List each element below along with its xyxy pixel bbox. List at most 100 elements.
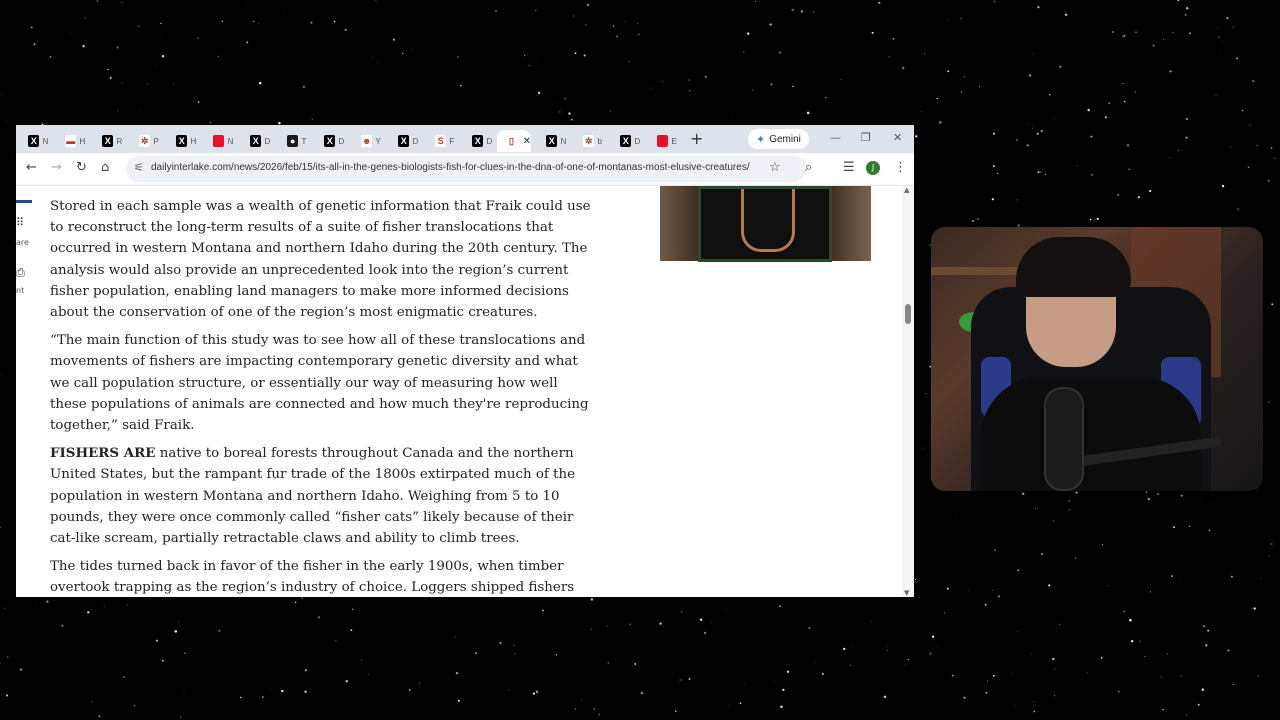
scrollbar-thumb[interactable] <box>905 304 911 324</box>
close-tab-icon[interactable]: ✕ <box>523 136 531 147</box>
browser-tab[interactable]: E <box>645 130 681 152</box>
bookmark-star-icon[interactable]: ☆ <box>769 160 781 175</box>
star <box>82 44 85 48</box>
streamer-hair <box>1016 237 1131 297</box>
gemini-button[interactable]: ✦ Gemini <box>748 129 809 149</box>
star <box>955 516 957 518</box>
star <box>1032 127 1033 129</box>
star <box>739 702 742 704</box>
star <box>843 647 846 651</box>
home-icon[interactable]: ⌂ <box>101 160 109 175</box>
star <box>1054 695 1056 697</box>
star <box>564 97 566 100</box>
star <box>1108 102 1111 105</box>
minimize-button[interactable]: — <box>830 131 841 144</box>
star <box>1145 491 1148 493</box>
browser-tab[interactable]: ▯ ✕ <box>497 130 531 152</box>
reload-icon[interactable]: ↻ <box>76 160 87 175</box>
star <box>1016 199 1018 201</box>
browser-tab[interactable]: XN <box>16 130 52 152</box>
star <box>1131 640 1134 643</box>
profile-avatar[interactable]: J <box>866 161 880 175</box>
browser-tab[interactable]: N <box>201 130 237 152</box>
star <box>1221 40 1223 41</box>
back-icon[interactable]: ← <box>26 160 37 175</box>
scroll-down-arrow-icon[interactable]: ▼ <box>904 589 909 597</box>
menu-kebab-icon[interactable]: ⋮ <box>894 160 907 175</box>
star <box>1011 673 1013 674</box>
lens-search-icon[interactable]: ⌕ <box>805 160 812 175</box>
star <box>35 604 37 606</box>
browser-tab[interactable]: XN <box>534 130 570 152</box>
star <box>14 241 15 242</box>
star <box>1268 401 1270 403</box>
tab-strip: X N ▬ H X R ✲ P X H N X D ● T X D ☻ Y X D S F X D ▯ ✕ X N ✲ b X D E + ✦ G… <box>16 125 914 153</box>
scroll-up-arrow-icon[interactable]: ▲ <box>904 186 909 194</box>
star <box>49 56 52 59</box>
browser-tab[interactable]: XD <box>460 130 496 152</box>
url-text[interactable]: dailyinterlake.com/news/2026/feb/15/its-… <box>151 162 750 173</box>
star <box>728 705 729 706</box>
star <box>1082 643 1083 645</box>
star <box>574 708 577 710</box>
star <box>278 121 281 125</box>
star <box>612 25 615 27</box>
browser-tab[interactable]: ● T <box>275 130 311 152</box>
address-bar[interactable]: ⚟ dailyinterlake.com/news/2026/feb/15/it… <box>126 156 806 182</box>
star <box>209 121 212 124</box>
print-icon[interactable]: ⎙ <box>16 266 25 280</box>
print-label-fragment[interactable]: nt <box>16 286 24 295</box>
browser-tab[interactable]: SF <box>423 130 459 152</box>
star <box>403 26 405 28</box>
forward-icon[interactable]: → <box>51 160 62 175</box>
browser-tab[interactable]: ☻ Y <box>349 130 385 152</box>
star <box>126 604 128 606</box>
page-scrollbar[interactable]: ▲ ▼ <box>902 186 914 597</box>
star <box>992 165 995 168</box>
star <box>1197 703 1200 706</box>
star <box>1048 584 1051 587</box>
share-label-fragment[interactable]: are <box>16 238 29 247</box>
star <box>743 51 745 53</box>
reading-list-icon[interactable]: ☰ <box>843 160 855 175</box>
share-icon[interactable]: ⠿ <box>16 216 24 229</box>
star <box>1251 607 1253 609</box>
star <box>662 81 663 83</box>
tab-title: D <box>412 136 419 146</box>
new-tab-button[interactable]: + <box>690 129 703 148</box>
browser-tab[interactable]: ✲ b <box>571 130 607 152</box>
star <box>1147 497 1151 501</box>
star <box>936 97 939 100</box>
browser-tab[interactable]: XR <box>90 130 126 152</box>
browser-window: X N ▬ H X R ✲ P X H N X D ● T X D ☻ Y X D S F X D ▯ ✕ X N ✲ b X D E + ✦ G… <box>16 125 914 597</box>
star <box>634 663 637 665</box>
star <box>156 63 157 65</box>
star <box>960 91 962 93</box>
star <box>317 616 320 619</box>
sidebar-photo-rug[interactable] <box>660 186 871 262</box>
close-window-button[interactable]: ✕ <box>893 131 902 144</box>
browser-tab[interactable]: XD <box>238 130 274 152</box>
star <box>688 79 690 81</box>
star <box>475 652 478 654</box>
star <box>1086 672 1088 674</box>
restore-button[interactable]: ❐ <box>861 131 871 144</box>
browser-tab[interactable]: XD <box>312 130 348 152</box>
person-icon: ☻ <box>361 135 373 147</box>
browser-tab[interactable]: XD <box>386 130 422 152</box>
star <box>508 689 510 691</box>
star <box>568 112 571 115</box>
tab-title: N <box>227 136 234 146</box>
star <box>1211 586 1213 587</box>
site-info-icon[interactable]: ⚟ <box>134 161 144 174</box>
browser-tab[interactable]: XD <box>608 130 644 152</box>
star <box>98 715 101 718</box>
star <box>558 111 561 113</box>
star <box>372 56 374 58</box>
star <box>1144 655 1146 657</box>
star <box>91 701 93 703</box>
browser-tab[interactable]: ▬ H <box>53 130 89 152</box>
star <box>1087 108 1090 112</box>
browser-tab[interactable]: XH <box>164 130 200 152</box>
browser-tab[interactable]: ✲ P <box>127 130 163 152</box>
